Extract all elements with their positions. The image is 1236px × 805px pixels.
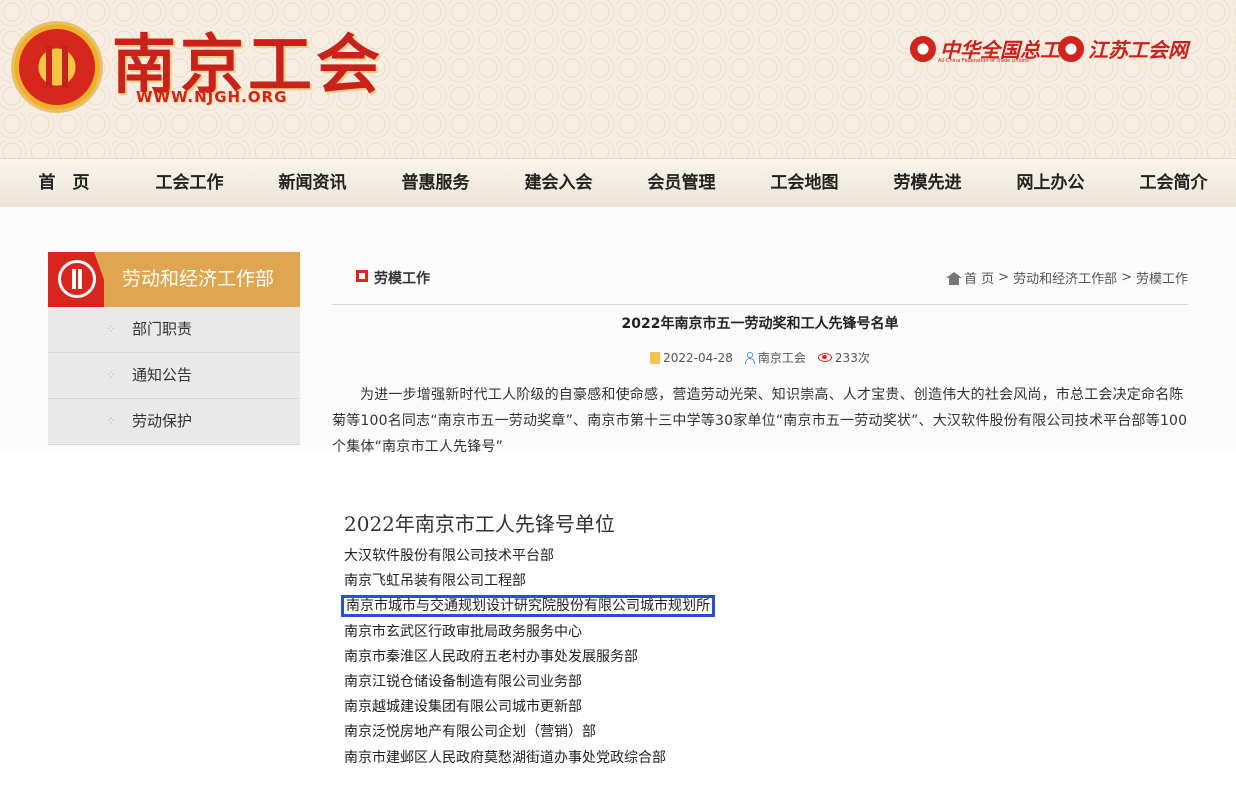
article-title: 2022年南京市五一劳动奖和工人先锋号名单 xyxy=(621,316,899,332)
list-item-text: 南京市建邺区人民政府莫愁湖街道办事处党政综合部 xyxy=(344,749,666,766)
article-intro: 为进一步增强新时代工人阶级的自豪感和使命感，营造劳动光荣、知识崇高、人才宝贵、创… xyxy=(332,387,1188,455)
main-nav: 首 页 工会工作 新闻资讯 普惠服务 建会入会 会员管理 工会地图 劳模先进 网… xyxy=(0,158,1236,208)
list-item: 南京市秦淮区人民政府五老村办事处发展服务部 xyxy=(344,645,944,670)
list-item: 南京飞虹吊装有限公司工程部 xyxy=(344,569,944,594)
nav-item-union-work[interactable]: 工会工作 xyxy=(128,159,251,207)
sidebar-header: 劳动和经济工作部 xyxy=(48,252,300,307)
breadcrumb-separator: > xyxy=(1121,270,1132,285)
list-item-text: 南京市玄武区行政审批局政务服务中心 xyxy=(344,623,582,640)
sidebar-item-label: 部门职责 xyxy=(132,320,193,338)
jiangsu-union-emblem-icon xyxy=(1058,35,1084,62)
list-heading: 2022年南京市工人先锋号单位 xyxy=(344,512,615,536)
breadcrumb-current[interactable]: 劳模工作 xyxy=(1136,268,1188,287)
nav-item-online-office[interactable]: 网上办公 xyxy=(989,159,1112,207)
list-item-text: 南京江锐仓储设备制造有限公司业务部 xyxy=(344,673,582,690)
user-icon xyxy=(744,351,755,364)
nav-item-members[interactable]: 会员管理 xyxy=(620,159,743,207)
nav-item-map[interactable]: 工会地图 xyxy=(743,159,866,207)
nav-item-services[interactable]: 普惠服务 xyxy=(374,159,497,207)
list-item: 南京江锐仓储设备制造有限公司业务部 xyxy=(344,670,944,695)
site-domain: WWW.NJGH.ORG xyxy=(136,88,288,106)
list-item: 南京泛悦房地产有限公司企划（营销）部 xyxy=(344,720,944,745)
sidebar-item-notices[interactable]: ⁘ 通知公告 xyxy=(48,353,300,399)
partner-name: 江苏工会网 xyxy=(1088,38,1188,62)
article-views: 233次 xyxy=(817,349,870,366)
views-text: 233次 xyxy=(834,351,870,365)
list-item: 南京市玄武区行政审批局政务服务中心 xyxy=(344,620,944,645)
article-meta: 2022-04-28 南京工会 233次 xyxy=(332,349,1188,366)
nav-item-model-workers[interactable]: 劳模先进 xyxy=(866,159,989,207)
highlighted-list-item-text[interactable]: 南京市城市与交通规划设计研究院股份有限公司城市规划所 xyxy=(341,595,715,618)
list-item-text: 大汉软件股份有限公司技术平台部 xyxy=(344,548,554,564)
site-header: 南京工会 WWW.NJGH.ORG 中华全国总工会 All-China Fede… xyxy=(0,0,1236,158)
list-item-text: 南京越城建设集团有限公司城市更新部 xyxy=(344,699,582,716)
winners-list: 2022年南京市工人先锋号单位 大汉软件股份有限公司技术平台部 南京飞虹吊装有限… xyxy=(341,508,944,771)
list-item-text: 南京飞虹吊装有限公司工程部 xyxy=(344,573,526,590)
calendar-icon xyxy=(650,351,661,364)
breadcrumb-department[interactable]: 劳动和经济工作部 xyxy=(1013,268,1117,287)
partner-subtitle: All-China Federation of Trade Unions xyxy=(938,58,1029,64)
breadcrumb-separator: > xyxy=(998,270,1010,285)
partner-link-jiangsu[interactable]: 江苏工会网 xyxy=(1058,34,1188,63)
sidebar-item-duties[interactable]: ⁘ 部门职责 xyxy=(48,307,300,353)
nav-item-news[interactable]: 新闻资讯 xyxy=(251,159,374,207)
nav-item-home[interactable]: 首 页 xyxy=(0,159,128,207)
eye-icon xyxy=(817,353,832,362)
bullet-icon: ⁘ xyxy=(106,322,117,336)
section-title: 劳模工作 xyxy=(374,271,430,287)
list-item: 南京越城建设集团有限公司城市更新部 xyxy=(344,695,944,720)
sidebar-item-label: 通知公告 xyxy=(132,366,193,384)
bullet-icon: ⁘ xyxy=(106,368,117,382)
breadcrumb-home[interactable]: 首 页 xyxy=(964,268,994,287)
nav-item-join-union[interactable]: 建会入会 xyxy=(497,159,620,207)
bullet-icon: ⁘ xyxy=(106,414,117,428)
article-date: 2022-04-28 xyxy=(650,349,733,366)
list-item-text: 南京市秦淮区人民政府五老村办事处发展服务部 xyxy=(344,648,638,665)
article-panel: 劳模工作 首 页 > 劳动和经济工作部 > 劳模工作 2022年南京市五一劳动奖… xyxy=(332,262,1188,460)
sidebar-title: 劳动和经济工作部 xyxy=(94,252,300,307)
article-header: 劳模工作 首 页 > 劳动和经济工作部 > 劳模工作 xyxy=(332,262,1188,305)
acftu-emblem-icon xyxy=(910,35,936,62)
union-emblem-icon[interactable] xyxy=(14,24,100,110)
list-item: 南京市建邺区人民政府莫愁湖街道办事处党政综合部 xyxy=(344,746,944,771)
date-text: 2022-04-28 xyxy=(663,350,733,365)
article-author: 南京工会 xyxy=(744,349,806,366)
sidebar-item-label: 劳动保护 xyxy=(132,412,193,430)
list-item-highlighted: 南京市城市与交通规划设计研究院股份有限公司城市规划所 xyxy=(341,594,944,619)
list-item-text: 南京泛悦房地产有限公司企划（营销）部 xyxy=(344,724,596,741)
nav-item-about[interactable]: 工会简介 xyxy=(1112,159,1235,207)
author-text: 南京工会 xyxy=(757,351,806,365)
home-icon xyxy=(946,271,963,285)
sidebar: 劳动和经济工作部 ⁘ 部门职责 ⁘ 通知公告 ⁘ 劳动保护 xyxy=(48,252,300,445)
sidebar-item-labor-protection[interactable]: ⁘ 劳动保护 xyxy=(48,399,300,445)
section-marker-icon xyxy=(356,270,368,282)
list-item: 大汉软件股份有限公司技术平台部 xyxy=(344,544,944,569)
breadcrumb: 首 页 > 劳动和经济工作部 > 劳模工作 xyxy=(946,268,1188,287)
